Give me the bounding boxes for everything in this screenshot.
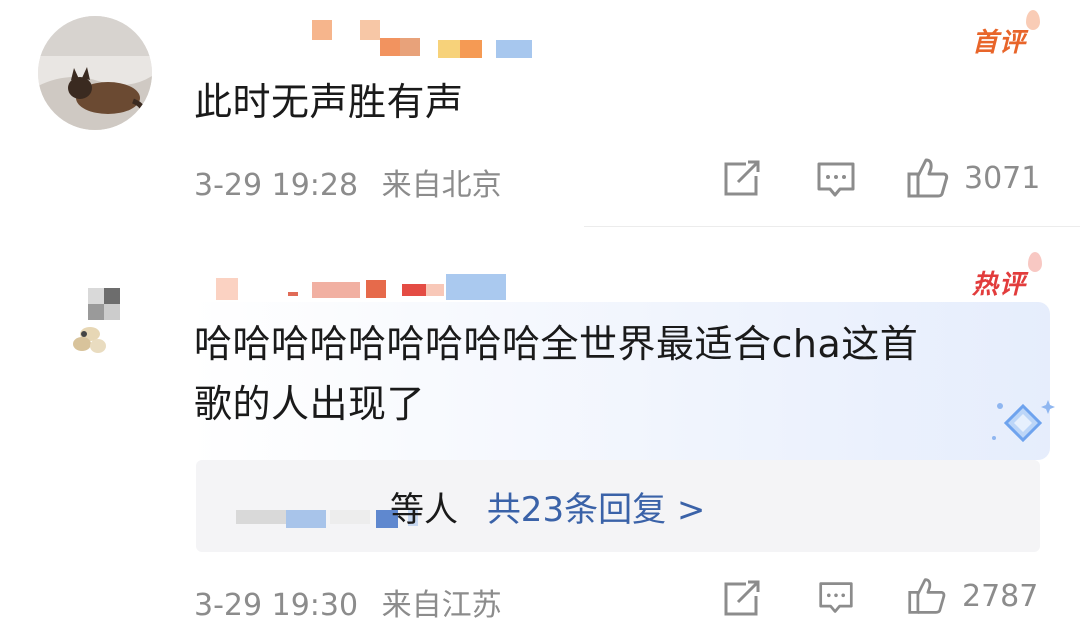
reply-names-suffix: 等人	[390, 490, 458, 530]
comment-location: 来自北京	[381, 168, 502, 203]
reply-summary-text: 等人 共23条回复 >	[390, 482, 705, 531]
comment-meta: 3-29 19:30 来自江苏	[194, 580, 502, 624]
like-count: 3071	[964, 160, 1041, 196]
like-button[interactable]: 2787	[906, 576, 1038, 616]
comment-date: 3-29 19:30	[194, 588, 359, 623]
comment-text-line-1: 哈哈哈哈哈哈哈哈哈全世界最适合cha这首	[194, 322, 919, 366]
first-comment-badge: 首评	[972, 10, 1040, 59]
like-count: 2787	[962, 578, 1039, 614]
avatar[interactable]	[38, 258, 152, 372]
hot-comment-badge: 热评	[972, 252, 1042, 301]
cat-avatar-image	[38, 16, 152, 130]
comment-meta: 3-29 19:28 来自北京	[194, 160, 502, 204]
comment-text-line-2: 歌的人出现了	[194, 382, 426, 426]
avatar[interactable]	[38, 16, 152, 130]
reply-button[interactable]	[816, 160, 856, 200]
view-replies-link[interactable]: 共23条回复 >	[487, 490, 706, 530]
username-mosaic[interactable]	[312, 18, 532, 58]
username-mosaic[interactable]	[216, 272, 506, 300]
comment-location: 来自江苏	[381, 588, 502, 623]
comment-date: 3-29 19:28	[194, 168, 359, 203]
sparkle-diamond-icon	[992, 400, 1055, 443]
reply-button[interactable]	[816, 580, 856, 616]
thumbs-up-icon	[908, 578, 946, 614]
reply-summary-panel[interactable]: 等人 共23条回复 >	[196, 460, 1040, 552]
comment-icon	[817, 162, 855, 197]
comment-divider	[584, 226, 1080, 227]
share-icon	[724, 580, 760, 616]
thumbs-up-icon	[907, 158, 949, 198]
share-button[interactable]	[722, 580, 762, 618]
comment-text: 哈哈哈哈哈哈哈哈哈全世界最适合cha这首 歌的人出现了	[194, 314, 918, 434]
comment-text: 此时无声胜有声	[194, 80, 464, 124]
comment-icon	[819, 582, 853, 613]
share-button[interactable]	[722, 160, 762, 198]
share-icon	[724, 160, 760, 196]
dog-avatar-image	[38, 258, 152, 372]
like-button[interactable]: 3071	[906, 156, 1040, 200]
